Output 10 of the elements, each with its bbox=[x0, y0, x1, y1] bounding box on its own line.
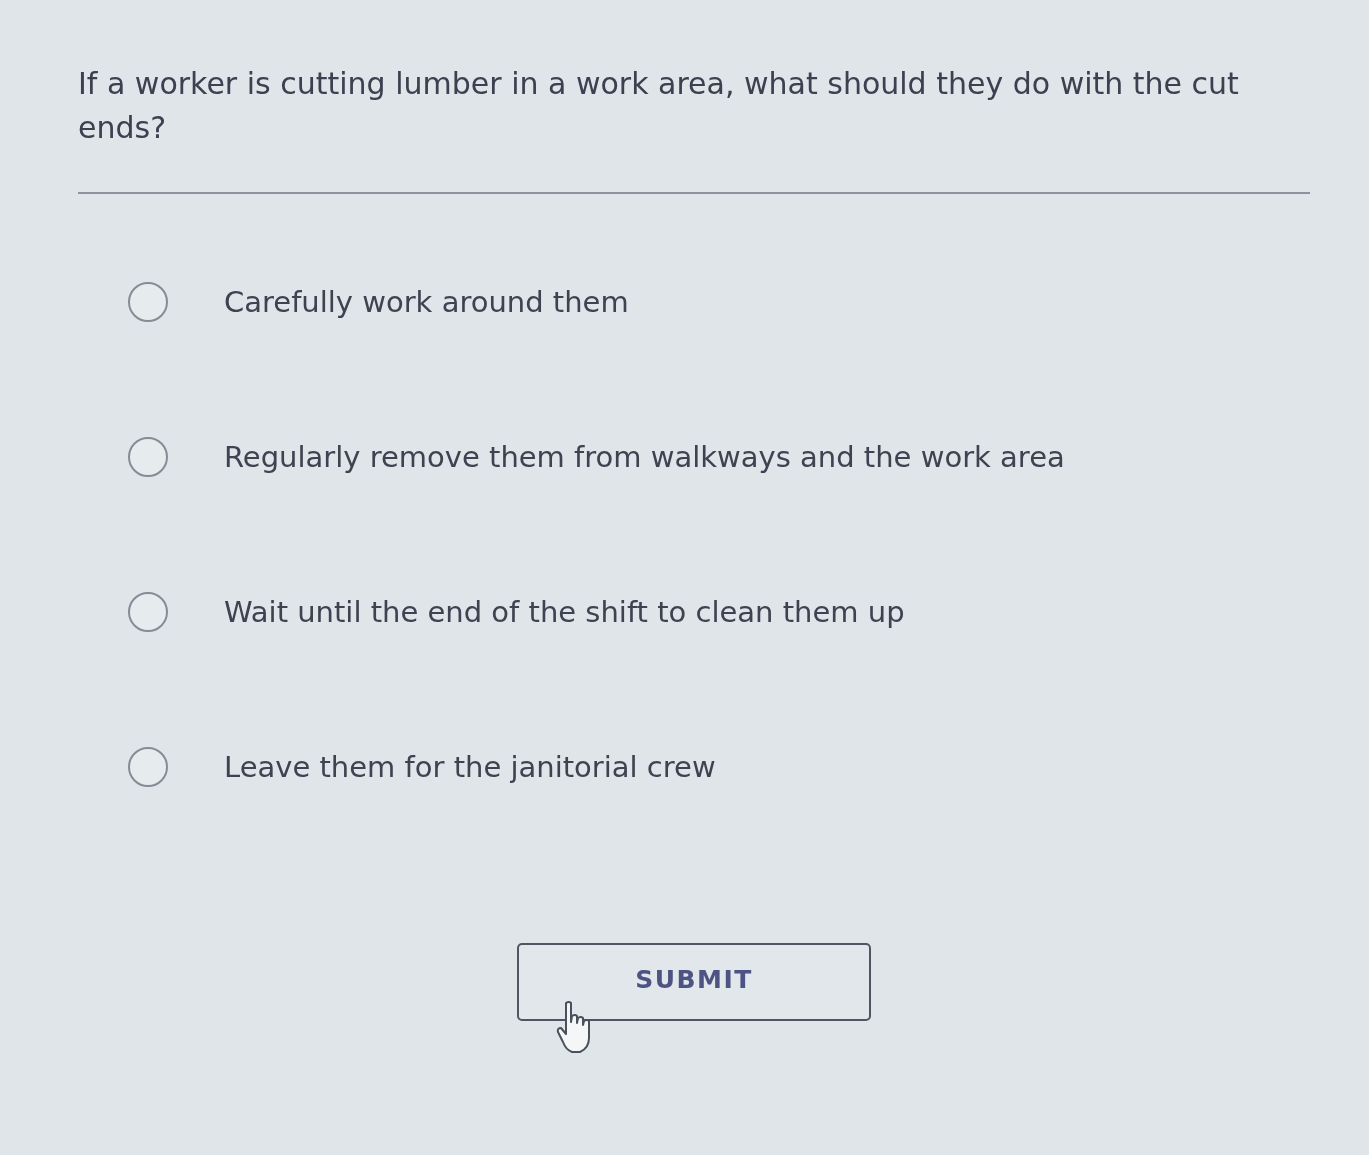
radio-button[interactable] bbox=[128, 592, 168, 632]
radio-button[interactable] bbox=[128, 747, 168, 787]
submit-button[interactable]: SUBMIT bbox=[517, 943, 871, 1021]
option-label[interactable]: Carefully work around them bbox=[224, 285, 629, 319]
question-text: If a worker is cutting lumber in a work area, what should they do with the cut ends? bbox=[78, 65, 1240, 147]
radio-button[interactable] bbox=[128, 282, 168, 322]
option-label[interactable]: Regularly remove them from walkways and the work area bbox=[224, 440, 1065, 474]
option-label[interactable]: Leave them for the janitorial crew bbox=[224, 750, 716, 784]
radio-button[interactable] bbox=[128, 437, 168, 477]
option-label[interactable]: Wait until the end of the shift to clean them up bbox=[224, 595, 905, 629]
